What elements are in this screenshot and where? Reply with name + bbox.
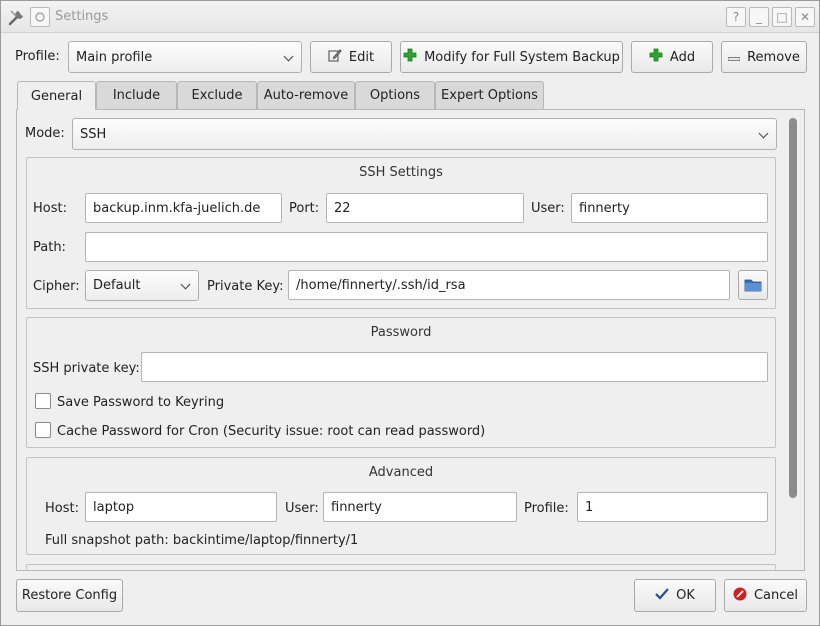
maximize-button[interactable]: □ xyxy=(772,7,792,27)
modify-button-label: Modify for Full System Backup xyxy=(424,49,620,65)
chevron-down-icon xyxy=(758,128,769,139)
cipher-label: Cipher: xyxy=(33,279,80,294)
remove-button-label: Remove xyxy=(747,49,800,65)
ssh-private-key-password-label: SSH private key: xyxy=(33,361,140,376)
tab-options[interactable]: Options xyxy=(355,81,435,109)
advanced-title: Advanced xyxy=(368,465,434,480)
modify-full-backup-button[interactable]: Modify for Full System Backup xyxy=(400,41,623,73)
tab-include[interactable]: Include xyxy=(96,81,177,109)
window-menu-button[interactable] xyxy=(30,7,50,27)
next-group-partial xyxy=(26,564,776,570)
cipher-select[interactable]: Default xyxy=(85,270,199,301)
advanced-user-input[interactable]: finnerty xyxy=(323,492,517,522)
advanced-host-input[interactable]: laptop xyxy=(85,492,277,522)
cache-password-cron-label: Cache Password for Cron (Security issue:… xyxy=(57,424,486,439)
advanced-profile-input[interactable]: 1 xyxy=(577,492,768,522)
help-button[interactable]: ? xyxy=(726,7,746,27)
browse-private-key-button[interactable] xyxy=(738,270,768,300)
tab-auto-remove[interactable]: Auto-remove xyxy=(257,81,355,109)
advanced-host-label: Host: xyxy=(45,501,79,516)
profile-select-value: Main profile xyxy=(76,49,153,65)
settings-window: Settings ? _ □ ✕ Profile: Main profile E… xyxy=(0,0,820,626)
password-title: Password xyxy=(370,325,432,340)
close-button[interactable]: ✕ xyxy=(795,7,815,27)
mode-label: Mode: xyxy=(25,126,65,141)
ssh-user-label: User: xyxy=(531,201,565,216)
edit-button-label: Edit xyxy=(348,49,375,65)
private-key-input[interactable]: /home/finnerty/.ssh/id_rsa xyxy=(288,270,730,300)
cache-password-cron-checkbox[interactable] xyxy=(35,422,51,438)
chevron-down-icon xyxy=(283,51,294,62)
private-key-label: Private Key: xyxy=(207,279,284,294)
restore-config-button[interactable]: Restore Config xyxy=(16,579,123,612)
ssh-private-key-password-input[interactable] xyxy=(141,352,768,382)
mode-select-value: SSH xyxy=(80,126,107,142)
mode-select[interactable]: SSH xyxy=(72,118,777,150)
ssh-port-label: Port: xyxy=(289,201,320,216)
advanced-profile-label: Profile: xyxy=(524,501,569,516)
add-profile-button[interactable]: Add xyxy=(631,41,713,73)
save-password-keyring-label: Save Password to Keyring xyxy=(57,395,225,410)
ssh-port-input[interactable]: 22 xyxy=(326,193,524,223)
tab-exclude[interactable]: Exclude xyxy=(177,81,257,109)
plus-icon xyxy=(403,48,417,66)
ok-button-label: OK xyxy=(676,588,695,603)
restore-config-label: Restore Config xyxy=(21,588,118,603)
checkmark-icon xyxy=(655,587,669,604)
profile-select[interactable]: Main profile xyxy=(68,41,302,73)
ok-button[interactable]: OK xyxy=(634,579,716,612)
tab-expert-options[interactable]: Expert Options xyxy=(435,81,544,109)
window-title: Settings xyxy=(55,9,109,24)
wrench-screwdriver-icon xyxy=(7,7,27,27)
tab-general[interactable]: General xyxy=(17,81,96,110)
save-password-keyring-checkbox[interactable] xyxy=(35,393,51,409)
cancel-button-label: Cancel xyxy=(753,588,799,603)
cancel-button[interactable]: Cancel xyxy=(724,579,807,612)
minimize-button[interactable]: _ xyxy=(749,7,769,27)
full-snapshot-path: Full snapshot path: backintime/laptop/fi… xyxy=(45,533,359,548)
ssh-settings-title: SSH Settings xyxy=(359,165,443,180)
ssh-path-label: Path: xyxy=(33,240,66,255)
cancel-icon xyxy=(733,587,747,605)
ssh-host-input[interactable]: backup.inm.kfa-juelich.de xyxy=(85,193,282,223)
remove-profile-button[interactable]: Remove xyxy=(721,41,807,73)
title-bar: Settings ? _ □ ✕ xyxy=(1,1,819,33)
vertical-scrollbar[interactable] xyxy=(789,118,797,498)
cipher-select-value: Default xyxy=(93,278,141,293)
advanced-user-label: User: xyxy=(285,501,319,516)
ssh-host-label: Host: xyxy=(33,201,67,216)
plus-icon xyxy=(649,48,663,66)
edit-button[interactable]: Edit xyxy=(310,41,392,73)
add-button-label: Add xyxy=(669,49,696,65)
chevron-down-icon xyxy=(180,279,191,290)
ssh-path-input[interactable] xyxy=(85,232,768,262)
folder-icon xyxy=(739,279,767,303)
minus-icon xyxy=(727,50,741,65)
profile-label: Profile: xyxy=(15,49,60,64)
ssh-user-input[interactable]: finnerty xyxy=(571,193,768,223)
pencil-icon xyxy=(328,48,342,66)
